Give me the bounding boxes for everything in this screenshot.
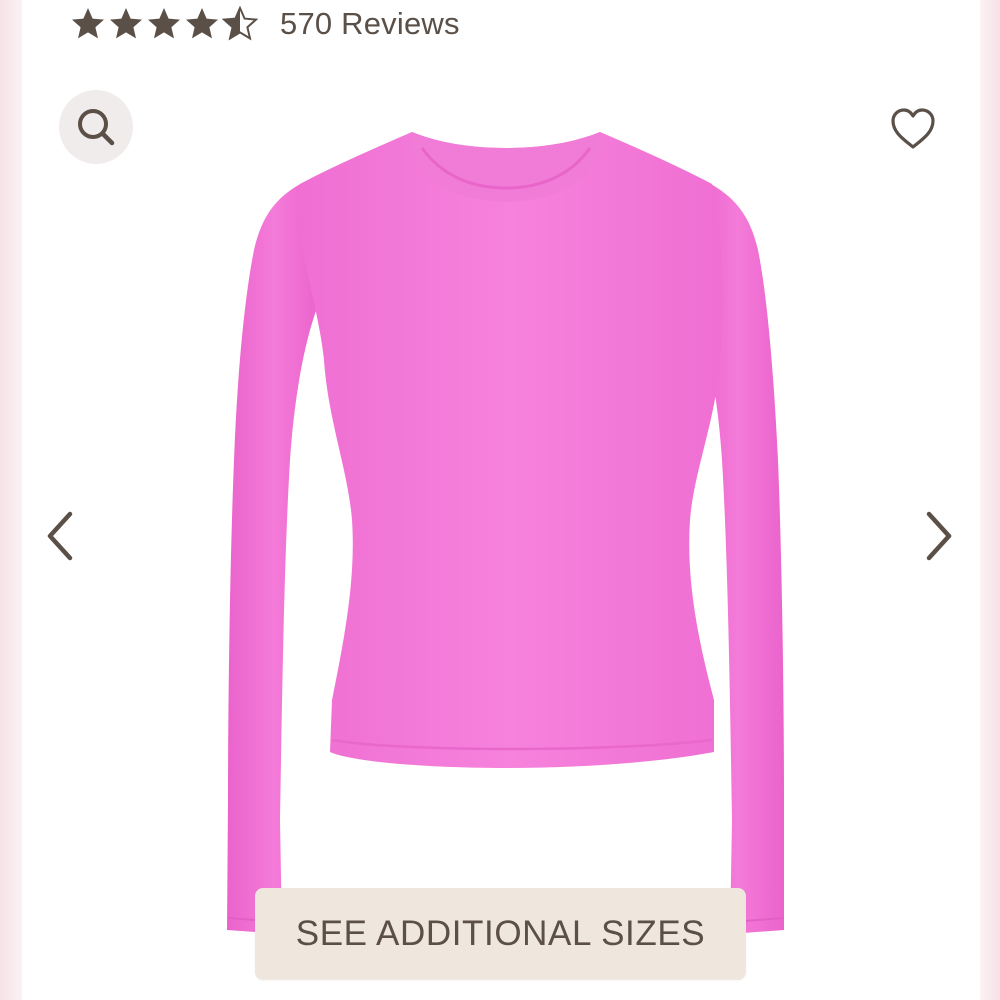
see-additional-sizes-button[interactable]: SEE ADDITIONAL SIZES <box>255 888 746 980</box>
star-icon <box>108 6 144 42</box>
page-edge-left <box>0 0 22 1000</box>
heart-outline-icon <box>891 108 935 149</box>
page-edge-right <box>980 0 1000 1000</box>
star-icon <box>70 6 106 42</box>
zoom-button[interactable] <box>59 90 133 164</box>
rating-row[interactable]: 570 Reviews <box>70 2 460 46</box>
reviews-count[interactable]: 570 Reviews <box>280 6 460 42</box>
star-rating <box>70 6 258 42</box>
star-icon <box>222 6 258 42</box>
product-image[interactable] <box>192 125 812 940</box>
next-image-button[interactable] <box>919 505 959 567</box>
wishlist-button[interactable] <box>886 104 940 154</box>
product-screen: 570 Reviews SEE ADDITIONAL SIZES <box>22 0 980 1000</box>
star-icon <box>184 6 220 42</box>
search-icon <box>78 109 115 146</box>
chevron-left-icon <box>47 511 73 561</box>
star-icon <box>146 6 182 42</box>
chevron-right-icon <box>926 511 952 561</box>
previous-image-button[interactable] <box>40 505 80 567</box>
